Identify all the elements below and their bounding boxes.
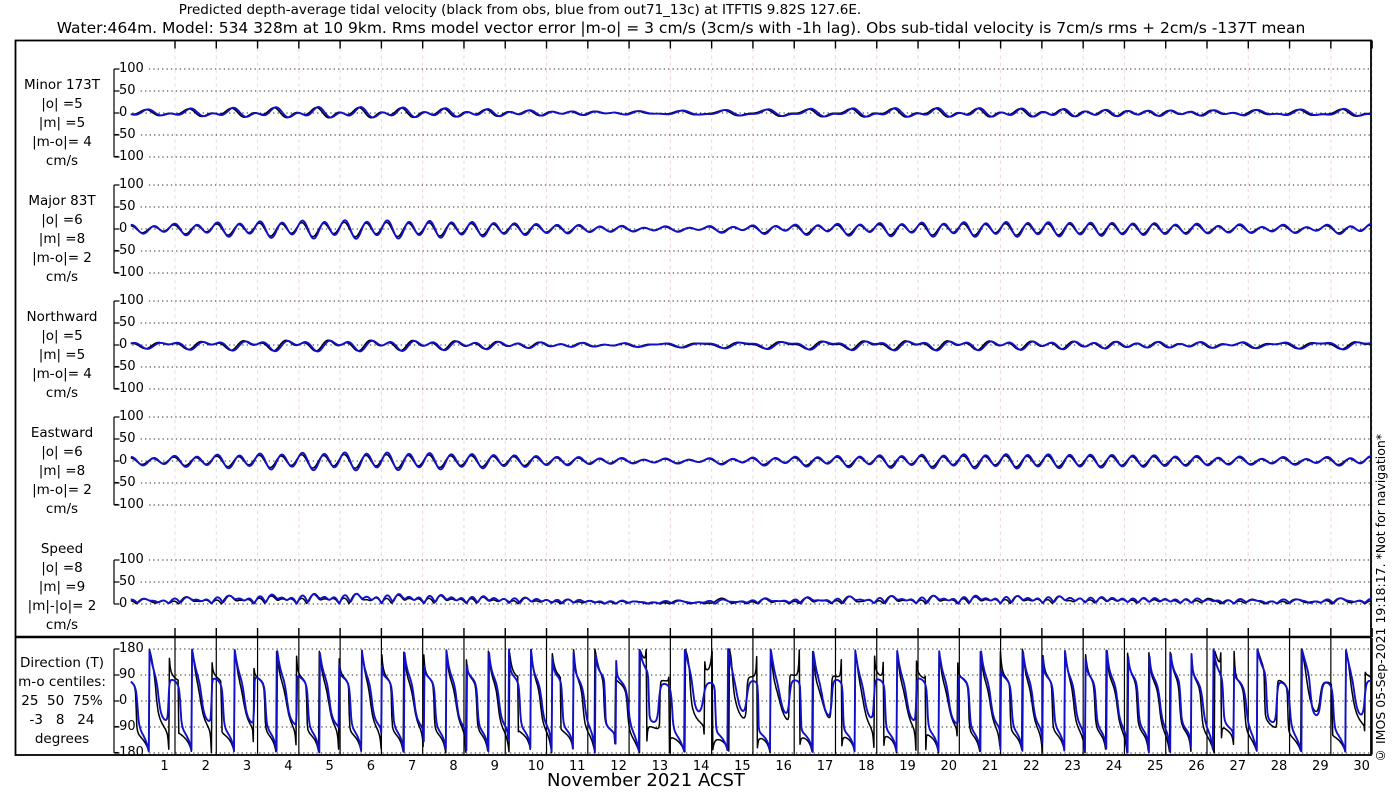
y-tick-label-minor: 50 bbox=[119, 83, 136, 98]
day-label: 2 bbox=[201, 759, 210, 774]
panel-label-line: |o| =5 bbox=[41, 328, 83, 344]
day-label: 21 bbox=[981, 759, 999, 774]
y-tick-label-speed: 100 bbox=[119, 552, 144, 567]
y-tick-label-direction: 0 bbox=[119, 693, 128, 708]
y-tick-label-direction: -90 bbox=[114, 719, 136, 734]
y-tick-label-major: -100 bbox=[114, 265, 144, 280]
day-label: 29 bbox=[1312, 759, 1329, 774]
y-tick-label-major: 100 bbox=[119, 177, 144, 192]
y-tick-label-northward: -50 bbox=[114, 359, 136, 374]
model-curve-eastward bbox=[130, 451, 1372, 472]
panel-label-line: cm/s bbox=[45, 501, 79, 517]
y-tick-label-eastward: 50 bbox=[119, 431, 136, 446]
day-label: 23 bbox=[1064, 759, 1081, 774]
panel-label-line: Speed bbox=[40, 541, 84, 557]
day-label: 3 bbox=[242, 759, 252, 774]
day-label: 26 bbox=[1188, 759, 1205, 774]
panel-label-line: cm/s bbox=[45, 385, 79, 401]
panel-label-line: degrees bbox=[34, 731, 90, 747]
panel-label-line: Major 83T bbox=[28, 193, 96, 209]
y-tick-label-speed: 50 bbox=[119, 574, 136, 589]
y-tick-label-northward: 0 bbox=[119, 337, 128, 352]
y-tick-label-northward: 100 bbox=[119, 293, 144, 308]
y-tick-label-major: -50 bbox=[114, 243, 136, 258]
model-curve-northward bbox=[130, 339, 1372, 353]
y-tick-label-direction: -180 bbox=[114, 745, 144, 760]
panel-label-line: |m|-|o|= 2 bbox=[27, 598, 97, 614]
day-label: 6 bbox=[366, 759, 376, 774]
y-tick-label-minor: -100 bbox=[114, 149, 144, 164]
figure: Predicted depth-average tidal velocity (… bbox=[0, 0, 1400, 800]
y-tick-label-eastward: 0 bbox=[119, 453, 128, 468]
panel-label-line: |o| =6 bbox=[41, 212, 83, 228]
y-tick-label-direction: 180 bbox=[119, 641, 144, 656]
y-tick-label-minor: 100 bbox=[119, 61, 144, 76]
panel-label-line: |o| =6 bbox=[41, 444, 83, 460]
y-tick-label-northward: 50 bbox=[119, 315, 136, 330]
y-tick-label-speed: 0 bbox=[119, 596, 128, 611]
panel-label-line: |o| =5 bbox=[41, 96, 83, 112]
model-curve-major bbox=[130, 219, 1372, 240]
y-tick-label-eastward: 100 bbox=[119, 409, 144, 424]
model-curve-direction bbox=[130, 648, 1372, 754]
y-tick-label-major: 50 bbox=[119, 199, 136, 214]
watermark: © IMOS 05-Sep-2021 19:18:17. *Not for na… bbox=[1373, 433, 1388, 763]
y-tick-label-major: 0 bbox=[119, 221, 128, 236]
y-tick-label-eastward: -50 bbox=[114, 475, 136, 490]
panel-label-line: |m| =5 bbox=[38, 347, 86, 363]
panel-label-line: |m-o|= 4 bbox=[32, 134, 92, 150]
h-gridlines bbox=[132, 68, 1371, 754]
panel-label-major: Major 83T |o| =6 |m| =8 |m-o|= 2 cm/s bbox=[10, 192, 114, 287]
day-label: 25 bbox=[1146, 759, 1164, 774]
panel-label-direction: Direction (T) m-o centiles: 25 50 75% -3 8 … bbox=[10, 654, 114, 749]
panel-label-line: cm/s bbox=[45, 269, 79, 285]
panel-label-line: |m| =9 bbox=[38, 579, 86, 595]
day-label: 4 bbox=[284, 759, 293, 774]
panel-label-minor: Minor 173T |o| =5 |m| =5 |m-o|= 4 cm/s bbox=[10, 76, 114, 171]
y-tick-label-minor: 0 bbox=[119, 105, 128, 120]
panel-label-line: |m-o|= 2 bbox=[32, 482, 92, 498]
panel-label-speed: Speed |o| =8 |m| =9 |m|-|o|= 2 cm/s bbox=[10, 540, 114, 635]
panel-label-line: Direction (T) bbox=[19, 655, 105, 671]
day-label: 5 bbox=[325, 759, 334, 774]
panel-label-line: m-o centiles: bbox=[18, 674, 106, 690]
panel-label-line: Minor 173T bbox=[23, 77, 101, 93]
panel-label-line: |m| =8 bbox=[38, 231, 86, 247]
day-label: 24 bbox=[1105, 759, 1123, 774]
panel-label-line: cm/s bbox=[45, 153, 79, 169]
day-label: 27 bbox=[1229, 759, 1247, 774]
y-tick-label-northward: -100 bbox=[114, 381, 144, 396]
day-label: 20 bbox=[940, 759, 958, 774]
panel-label-line: Northward bbox=[26, 309, 98, 325]
day-label: 28 bbox=[1270, 759, 1288, 774]
day-gridlines-upper bbox=[174, 41, 1373, 636]
panel-label-line: |o| =8 bbox=[41, 560, 83, 576]
plot-frame bbox=[14, 39, 1373, 756]
panel-label-line: |m-o|= 4 bbox=[32, 366, 92, 382]
x-axis-label: November 2021 ACST bbox=[547, 770, 745, 791]
y-tick-label-direction: 90 bbox=[119, 667, 136, 682]
panel-label-eastward: Eastward |o| =6 |m| =8 |m-o|= 2 cm/s bbox=[10, 424, 114, 519]
plot-canvas bbox=[14, 39, 1373, 756]
y-tick-label-eastward: -100 bbox=[114, 497, 144, 512]
panel-label-line: 25 50 75% bbox=[21, 693, 103, 709]
day-label: 1 bbox=[160, 759, 169, 774]
panel-label-line: |m-o|= 2 bbox=[32, 250, 92, 266]
panel-label-line: |m| =5 bbox=[38, 115, 86, 131]
panel-label-line: Eastward bbox=[30, 425, 94, 441]
panel-label-line: -3 8 24 bbox=[29, 712, 95, 728]
panel-label-line: cm/s bbox=[45, 617, 79, 633]
panel-label-line: |m| =8 bbox=[38, 463, 86, 479]
day-label: 22 bbox=[1023, 759, 1040, 774]
obs-curve-direction bbox=[130, 648, 1372, 754]
y-tick-label-minor: -50 bbox=[114, 127, 136, 142]
panel-label-northward: Northward |o| =5 |m| =5 |m-o|= 4 cm/s bbox=[10, 308, 114, 403]
